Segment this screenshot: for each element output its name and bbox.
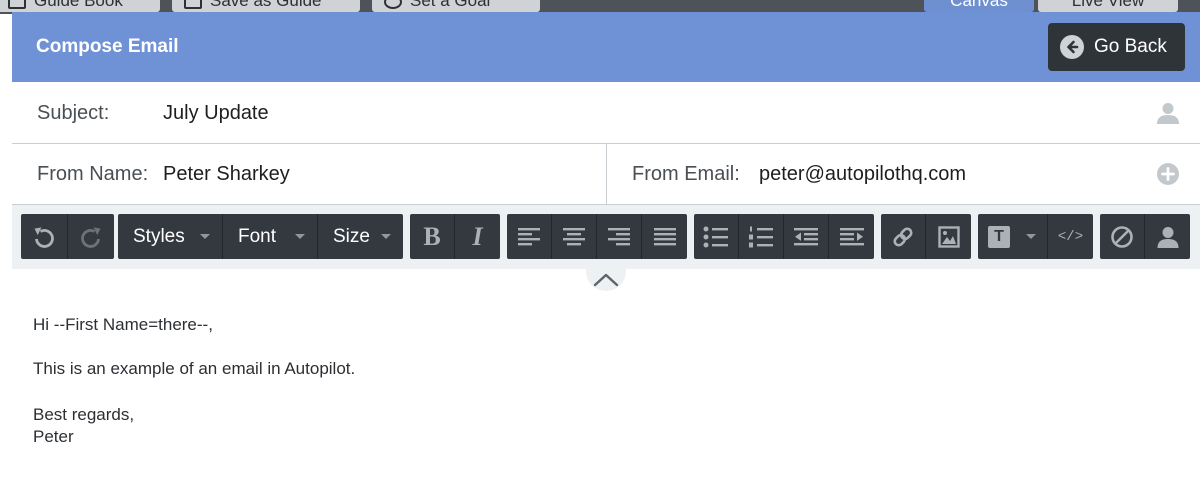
subject-input[interactable]: July Update bbox=[163, 103, 269, 123]
align-justify-icon bbox=[653, 227, 676, 245]
background-tab-label: Save as Guide bbox=[210, 0, 322, 10]
bold-label: B bbox=[423, 221, 441, 251]
chevron-down-icon bbox=[381, 234, 391, 239]
redo-button[interactable] bbox=[68, 214, 114, 259]
outdent-icon bbox=[794, 227, 818, 245]
chevron-down-icon bbox=[200, 234, 210, 239]
modal-header: Compose Email Go Back bbox=[12, 12, 1200, 82]
background-tab-live-view[interactable]: Live View bbox=[1038, 0, 1178, 12]
misc-group bbox=[1100, 214, 1190, 259]
emphasis-group: B I bbox=[410, 214, 500, 259]
background-tab-guide-book[interactable]: Guide Book bbox=[0, 0, 160, 12]
insert-image-button[interactable] bbox=[926, 214, 971, 259]
styles-label: Styles bbox=[133, 225, 185, 247]
from-row: From Name: Peter Sharkey From Email: pet… bbox=[12, 144, 1200, 205]
field-divider bbox=[606, 144, 607, 204]
text-block-icon: T bbox=[988, 225, 1010, 248]
chevron-down-icon bbox=[295, 234, 305, 239]
size-dropdown[interactable]: Size bbox=[318, 214, 403, 259]
add-circle-icon[interactable] bbox=[1156, 162, 1180, 186]
collapse-toolbar-toggle[interactable] bbox=[586, 269, 626, 291]
chevron-down-icon bbox=[1026, 234, 1036, 239]
text-style-group: Styles Font Size bbox=[118, 214, 403, 259]
align-center-icon bbox=[563, 227, 585, 245]
menu-icon bbox=[8, 0, 26, 9]
list-indent-group bbox=[694, 214, 874, 259]
bullet-list-button[interactable] bbox=[694, 214, 739, 259]
align-left-button[interactable] bbox=[507, 214, 552, 259]
subject-label: Subject: bbox=[37, 102, 110, 124]
link-icon bbox=[893, 226, 913, 247]
align-right-icon bbox=[608, 227, 630, 245]
code-label: </> bbox=[1057, 228, 1084, 245]
background-tab-save-as-guide[interactable]: Save as Guide bbox=[172, 0, 360, 12]
personalize-button[interactable] bbox=[1145, 214, 1190, 259]
email-greeting: Hi --First Name=there--, bbox=[33, 315, 213, 334]
indent-icon bbox=[839, 227, 864, 245]
arrow-left-circle-icon bbox=[1060, 35, 1084, 59]
bullet-list-icon bbox=[703, 226, 728, 247]
email-body-text: This is an example of an email in Autopi… bbox=[33, 359, 356, 378]
font-dropdown[interactable]: Font bbox=[223, 214, 318, 259]
justify-button[interactable] bbox=[642, 214, 687, 259]
align-left-icon bbox=[518, 227, 540, 245]
compose-email-modal: Compose Email Go Back Subject: July Upda… bbox=[12, 12, 1200, 504]
align-right-button[interactable] bbox=[597, 214, 642, 259]
from-name-label: From Name: bbox=[37, 163, 149, 185]
font-label: Font bbox=[238, 225, 277, 247]
undo-icon bbox=[34, 226, 54, 248]
from-name-input[interactable]: Peter Sharkey bbox=[163, 164, 290, 184]
go-back-button[interactable]: Go Back bbox=[1048, 23, 1185, 71]
history-group bbox=[21, 214, 114, 259]
undo-button[interactable] bbox=[21, 214, 68, 259]
person-icon[interactable] bbox=[1156, 101, 1180, 125]
email-signature: Peter bbox=[33, 427, 74, 446]
italic-button[interactable]: I bbox=[455, 214, 500, 259]
insert-group bbox=[881, 214, 971, 259]
content-block-group: T </> bbox=[978, 214, 1093, 259]
target-icon bbox=[384, 0, 402, 9]
size-label: Size bbox=[333, 225, 370, 247]
background-tab-label: Set a Goal bbox=[410, 0, 491, 10]
modal-title: Compose Email bbox=[36, 36, 179, 57]
align-center-button[interactable] bbox=[552, 214, 597, 259]
chevron-up-icon bbox=[593, 273, 619, 287]
go-back-label: Go Back bbox=[1094, 36, 1167, 57]
insert-link-button[interactable] bbox=[881, 214, 926, 259]
alignment-group bbox=[507, 214, 687, 259]
text-block-dropdown[interactable]: T bbox=[978, 214, 1048, 259]
document-icon bbox=[184, 0, 202, 9]
ban-icon bbox=[1111, 225, 1133, 248]
numbered-list-button[interactable] bbox=[739, 214, 784, 259]
email-closing: Best regards, bbox=[33, 405, 135, 424]
email-body-editor[interactable]: Hi --First Name=there--, This is an exam… bbox=[12, 291, 1200, 504]
text-block-label: T bbox=[994, 227, 1004, 245]
indent-button[interactable] bbox=[829, 214, 874, 259]
background-tab-set-a-goal[interactable]: Set a Goal bbox=[372, 0, 540, 12]
background-tab-label: Guide Book bbox=[34, 0, 123, 10]
background-tab-canvas[interactable]: Canvas bbox=[924, 0, 1034, 12]
html-source-button[interactable]: </> bbox=[1048, 214, 1093, 259]
from-email-input[interactable]: peter@autopilothq.com bbox=[759, 164, 966, 184]
subject-row: Subject: July Update bbox=[12, 82, 1200, 144]
bold-button[interactable]: B bbox=[410, 214, 455, 259]
styles-dropdown[interactable]: Styles bbox=[118, 214, 223, 259]
clear-formatting-button[interactable] bbox=[1100, 214, 1145, 259]
italic-label: I bbox=[472, 221, 483, 251]
formatting-toolbar: Styles Font Size B I T </> bbox=[12, 205, 1200, 269]
background-tab-label: Live View bbox=[1071, 0, 1145, 10]
person-icon bbox=[1157, 226, 1178, 248]
background-tab-label: Canvas bbox=[950, 0, 1008, 10]
numbered-list-icon bbox=[749, 226, 773, 247]
image-icon bbox=[937, 225, 960, 248]
redo-icon bbox=[81, 226, 101, 248]
from-email-label: From Email: bbox=[632, 163, 740, 185]
outdent-button[interactable] bbox=[784, 214, 829, 259]
